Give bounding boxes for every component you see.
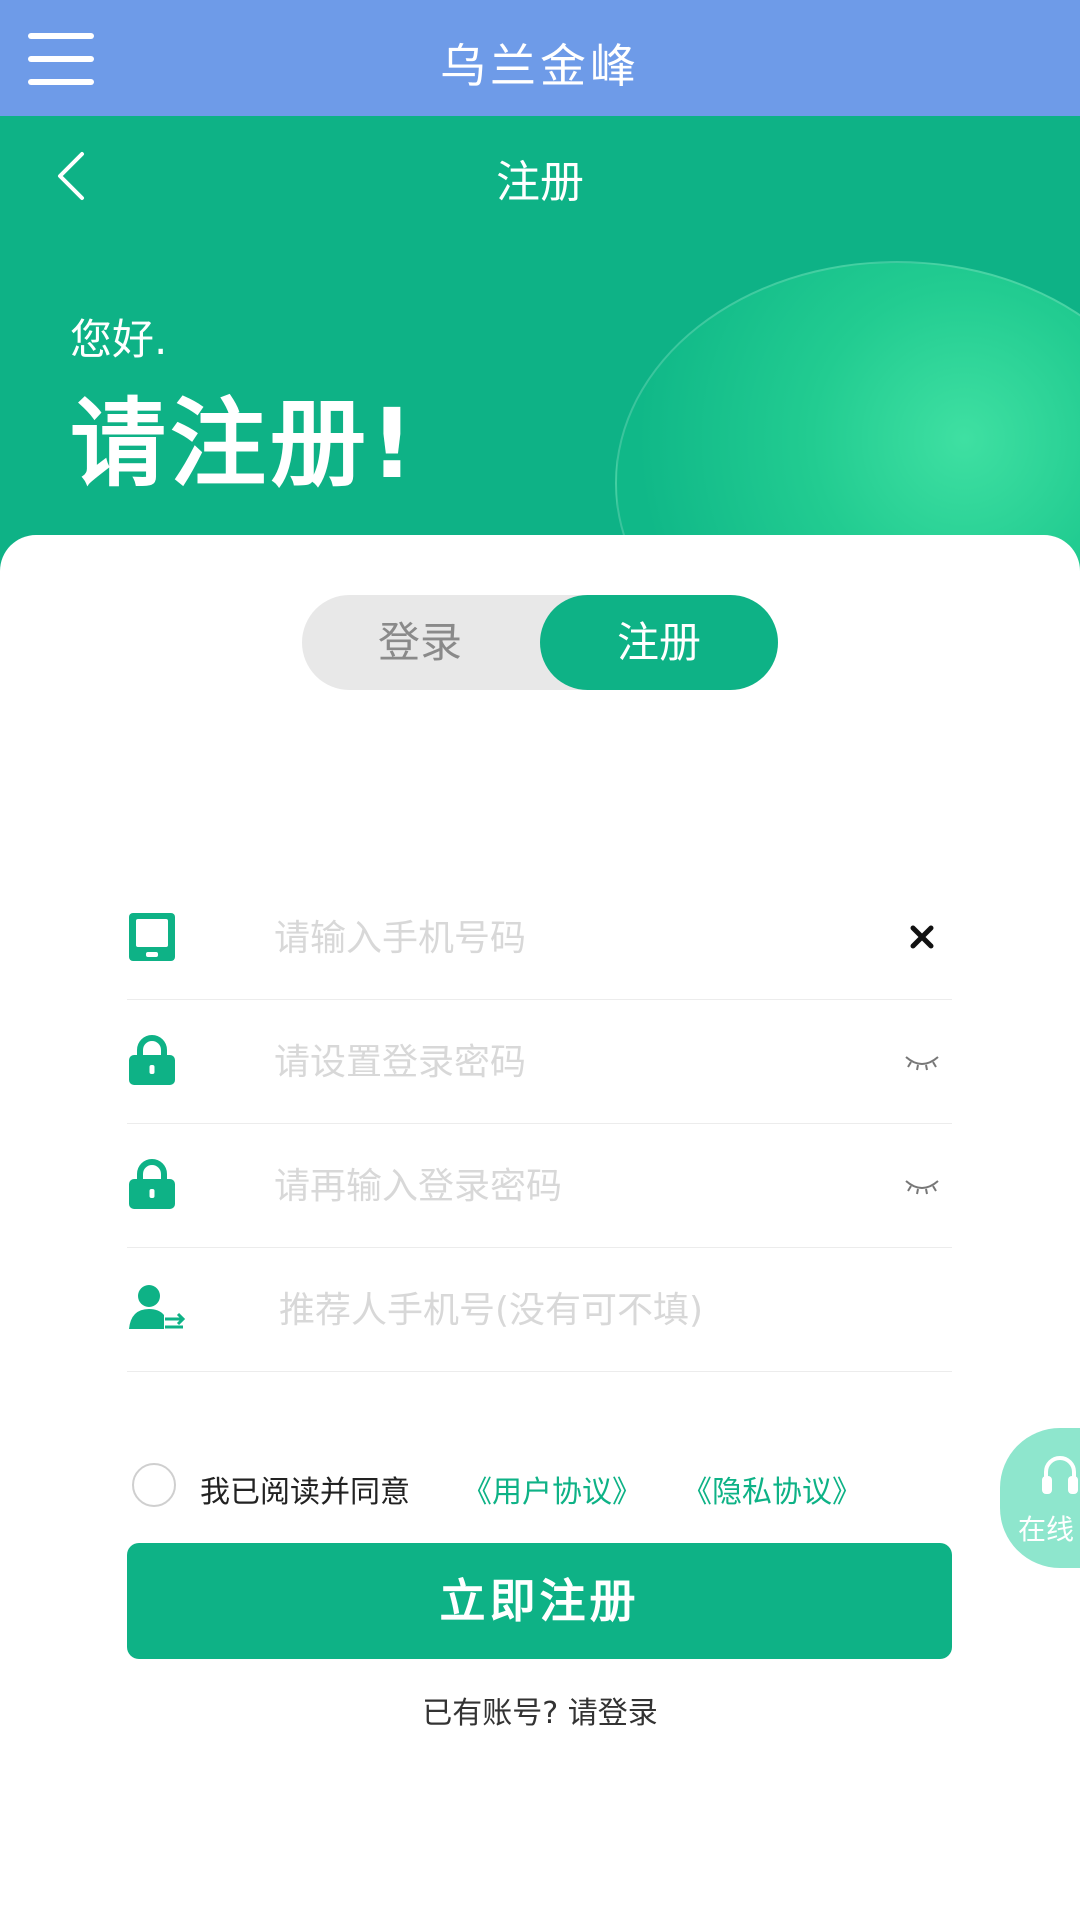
eye-closed-icon[interactable] xyxy=(902,1043,942,1079)
eye-closed-icon[interactable] xyxy=(902,1167,942,1203)
register-button[interactable]: 立即注册 xyxy=(127,1543,952,1659)
referrer-user-icon xyxy=(129,1285,186,1329)
user-agreement-link[interactable]: 《用户协议》 xyxy=(462,1467,642,1511)
clear-icon[interactable] xyxy=(902,919,942,955)
lock-icon xyxy=(129,1035,175,1085)
app-title: 乌兰金峰 xyxy=(440,39,640,93)
password-confirm-row xyxy=(127,1123,952,1248)
headset-icon xyxy=(1042,1456,1078,1494)
service-label: 在线 xyxy=(1018,1513,1075,1546)
headline-text: 请注册! xyxy=(70,388,418,500)
tab-register[interactable]: 注册 xyxy=(540,595,778,690)
greeting-text: 您好. xyxy=(70,315,168,364)
agreement-checkbox[interactable] xyxy=(132,1463,176,1507)
privacy-policy-link[interactable]: 《隐私协议》 xyxy=(682,1467,862,1511)
phone-icon xyxy=(129,913,175,961)
tab-login[interactable]: 登录 xyxy=(302,595,538,690)
lock-icon xyxy=(129,1159,175,1209)
agreement-text: 我已阅读并同意 xyxy=(200,1475,410,1510)
login-link[interactable]: 已有账号? 请登录 xyxy=(0,1688,1080,1732)
register-card: 登录 注册 请输入手机号码 推荐人手机号(没有可不填) 我已阅读并同意 《用户协… xyxy=(0,535,1080,1920)
password-confirm-input[interactable] xyxy=(272,1153,836,1219)
phone-input[interactable] xyxy=(272,905,836,971)
password-row xyxy=(127,999,952,1124)
phone-row xyxy=(127,875,952,1000)
auth-tab-switch: 登录 注册 xyxy=(302,595,778,690)
referrer-input[interactable] xyxy=(277,1277,841,1343)
referrer-row xyxy=(127,1247,952,1372)
hero-header: 注册 您好. 请注册! xyxy=(0,116,1080,596)
app-bar: 乌兰金峰 xyxy=(0,0,1080,116)
password-input[interactable] xyxy=(272,1029,836,1095)
page-title: 注册 xyxy=(496,157,584,208)
